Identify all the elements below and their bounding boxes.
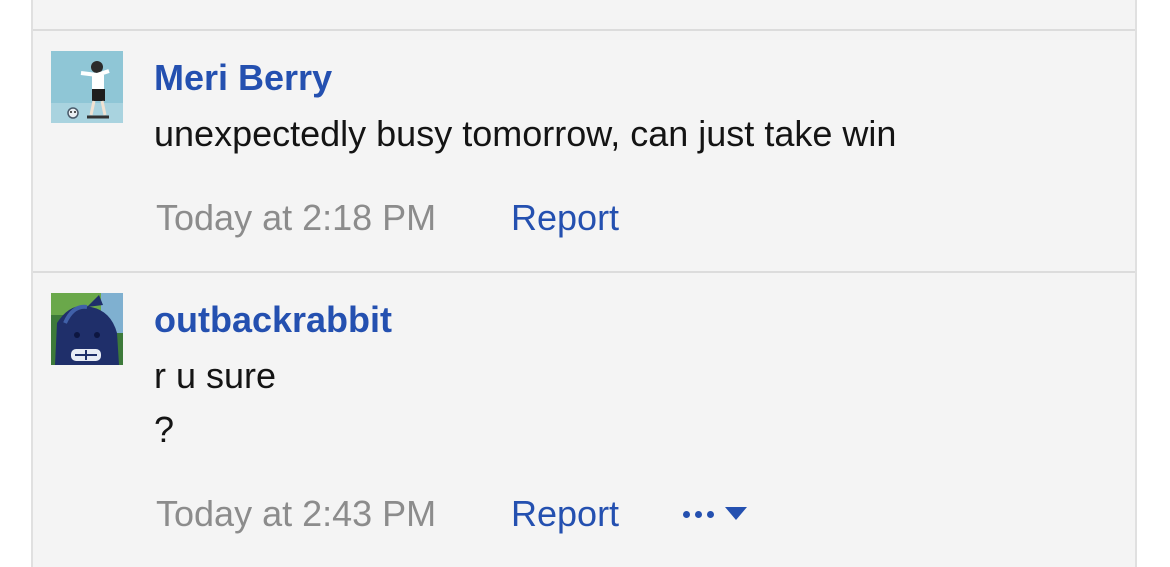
comment-body-text: r u sure bbox=[154, 355, 277, 396]
ellipsis-dot-icon bbox=[683, 511, 690, 518]
avatar[interactable] bbox=[51, 293, 123, 365]
comment-thread: Meri Berry unexpectedly busy tomorrow, c… bbox=[31, 0, 1137, 567]
comment-item: Meri Berry unexpectedly busy tomorrow, c… bbox=[33, 31, 1135, 271]
comment-body-text: unexpectedly busy tomorrow, can just tak… bbox=[154, 113, 897, 154]
more-options-dropdown-icon[interactable] bbox=[681, 502, 753, 526]
comment-author-link[interactable]: Meri Berry bbox=[154, 57, 332, 99]
avatar[interactable] bbox=[51, 51, 123, 123]
user-avatar-icon bbox=[51, 51, 123, 123]
comment-item: outbackrabbit r u sure ? Today at 2:43 P… bbox=[33, 273, 1135, 567]
chevron-down-icon bbox=[725, 507, 747, 520]
report-link[interactable]: Report bbox=[511, 197, 619, 239]
ellipsis-dot-icon bbox=[707, 511, 714, 518]
report-link[interactable]: Report bbox=[511, 493, 619, 535]
comment-timestamp: Today at 2:43 PM bbox=[156, 493, 437, 534]
comment-author-link[interactable]: outbackrabbit bbox=[154, 299, 392, 341]
comment-timestamp: Today at 2:18 PM bbox=[156, 197, 437, 238]
comment-body-text: ? bbox=[154, 409, 175, 450]
user-avatar-icon bbox=[51, 293, 123, 365]
ellipsis-dot-icon bbox=[695, 511, 702, 518]
